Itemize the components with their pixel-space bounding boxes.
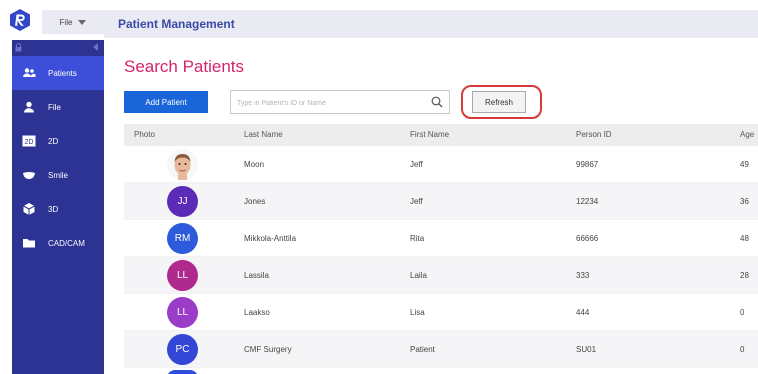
sidebar-item-label: 2D <box>48 136 59 146</box>
column-header-last-name[interactable]: Last Name <box>244 130 283 139</box>
sidebar-item-label: CAD/CAM <box>48 238 85 248</box>
refresh-button[interactable]: Refresh <box>472 91 526 113</box>
collapse-sidebar-icon[interactable] <box>93 43 98 51</box>
avatar-initials: LL <box>176 270 189 281</box>
search-box <box>230 90 450 114</box>
sidebar: Patients File 2D 2D Smile 3D CAD/CAM <box>12 40 104 374</box>
sidebar-item-label: Smile <box>48 170 69 180</box>
avatar <box>167 149 198 180</box>
sidebar-item-3d[interactable]: 3D <box>12 192 104 226</box>
avatar: LL <box>167 297 198 328</box>
table-row[interactable]: JJ Jones Jeff 12234 36 <box>124 183 758 220</box>
table-row[interactable]: Moon Jeff 99867 49 <box>124 146 758 183</box>
column-header-age[interactable]: Age <box>740 130 754 139</box>
cell-first-name: Laila <box>410 271 427 280</box>
users-icon <box>22 66 36 80</box>
search-input[interactable] <box>237 95 427 111</box>
cell-age: 0 <box>740 345 745 354</box>
cell-person-id: 12234 <box>576 197 599 206</box>
table-row[interactable]: LL Laakso Lisa 444 0 <box>124 294 758 331</box>
sidebar-item-label: File <box>48 102 61 112</box>
lock-icon[interactable] <box>15 43 22 52</box>
sidebar-item-2d[interactable]: 2D 2D <box>12 124 104 158</box>
avatar-initials: JJ <box>177 196 188 207</box>
avatar: PC <box>167 334 198 365</box>
cell-last-name: Mikkola-Anttila <box>244 234 297 243</box>
cell-person-id: 99867 <box>576 160 599 169</box>
cell-last-name: CMF Surgery <box>244 345 292 354</box>
page-title: Patient Management <box>118 17 235 31</box>
cell-person-id: 333 <box>576 271 590 280</box>
avatar: RM <box>167 223 198 254</box>
cell-person-id: 444 <box>576 308 590 317</box>
sidebar-item-label: Patients <box>48 68 77 78</box>
cell-age: 36 <box>740 197 749 206</box>
search-icon[interactable] <box>431 96 443 108</box>
top-bar: File Patient Management <box>0 0 758 40</box>
column-header-person-id[interactable]: Person ID <box>576 130 612 139</box>
table-row[interactable]: PC CMF Surgery Patient SU01 0 <box>124 331 758 368</box>
svg-text:2D: 2D <box>25 139 34 146</box>
file-menu-label: File <box>59 17 73 27</box>
sidebar-item-cadcam[interactable]: CAD/CAM <box>12 226 104 260</box>
page-title-bar: Patient Management <box>104 10 758 38</box>
sidebar-item-label: 3D <box>48 204 59 214</box>
user-icon <box>22 100 36 114</box>
cell-person-id: 66666 <box>576 234 599 243</box>
avatar: LL <box>167 260 198 291</box>
cell-age: 48 <box>740 234 749 243</box>
avatar: JJ <box>167 186 198 217</box>
avatar-initials: LL <box>176 307 189 318</box>
add-patient-button[interactable]: Add Patient <box>124 91 208 113</box>
cell-age: 49 <box>740 160 749 169</box>
cell-first-name: Rita <box>410 234 425 243</box>
cell-last-name: Laakso <box>244 308 270 317</box>
cell-first-name: Patient <box>410 345 435 354</box>
cell-first-name: Jeff <box>410 197 423 206</box>
table-row[interactable]: RM Mikkola-Anttila Rita 66666 48 <box>124 220 758 257</box>
file-menu[interactable]: File <box>42 10 104 34</box>
chevron-down-icon <box>78 19 87 25</box>
column-header-first-name[interactable]: First Name <box>410 130 449 139</box>
cell-last-name: Moon <box>244 160 265 169</box>
table-body: Moon Jeff 99867 49 JJ Jones Jeff 12234 3… <box>124 146 758 368</box>
table-row[interactable]: LL Lassila Laila 333 28 <box>124 257 758 294</box>
page-heading: Search Patients <box>124 57 245 76</box>
sidebar-item-patients[interactable]: Patients <box>12 56 104 90</box>
patient-photo-icon <box>174 154 191 180</box>
avatar-initials: PC <box>175 344 190 355</box>
2d-icon: 2D <box>22 134 36 148</box>
cell-age: 0 <box>740 308 745 317</box>
patients-table: Photo Last Name First Name Person ID Age… <box>124 124 758 368</box>
cell-last-name: Jones <box>244 197 266 206</box>
cell-first-name: Lisa <box>410 308 425 317</box>
cell-last-name: Lassila <box>244 271 269 280</box>
avatar-initials: RM <box>174 233 191 244</box>
column-header-photo[interactable]: Photo <box>134 130 155 139</box>
smile-icon <box>22 168 36 182</box>
cell-person-id: SU01 <box>576 345 597 354</box>
sidebar-item-file[interactable]: File <box>12 90 104 124</box>
folder-icon <box>22 236 36 250</box>
table-header: Photo Last Name First Name Person ID Age <box>124 124 758 146</box>
sidebar-item-smile[interactable]: Smile <box>12 158 104 192</box>
cell-first-name: Jeff <box>410 160 423 169</box>
avatar <box>167 370 198 374</box>
cube-icon <box>22 202 36 216</box>
cell-age: 28 <box>740 271 749 280</box>
sidebar-header <box>12 40 104 56</box>
app-logo-icon <box>8 8 32 32</box>
